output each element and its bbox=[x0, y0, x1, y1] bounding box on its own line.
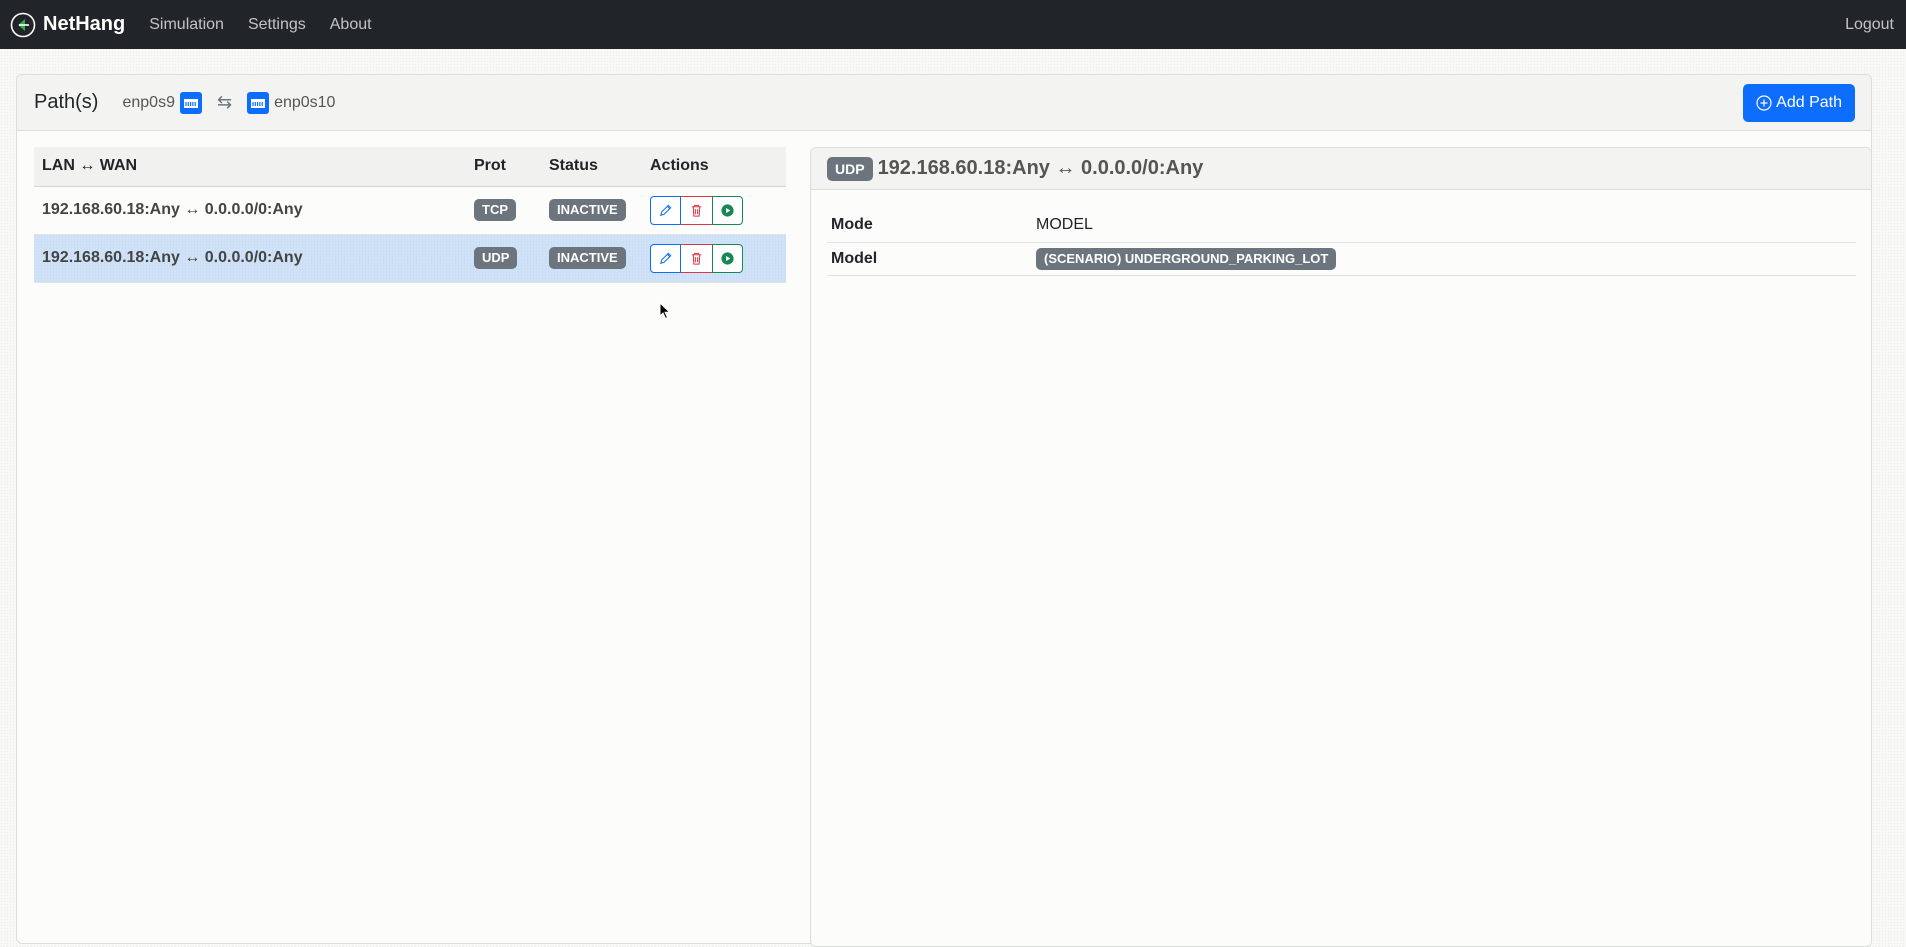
mode-value: MODEL bbox=[1032, 209, 1856, 243]
table-row[interactable]: 192.168.60.18:Any ↔ 0.0.0.0/0:Any TCP IN… bbox=[34, 186, 786, 235]
edit-path-button[interactable] bbox=[650, 195, 681, 225]
delete-path-button[interactable] bbox=[681, 195, 712, 225]
logout-link[interactable]: Logout bbox=[1845, 16, 1894, 34]
brand[interactable]: NetHang bbox=[10, 12, 125, 38]
protocol-badge: TCP bbox=[474, 199, 516, 221]
ethernet-port-icon bbox=[247, 91, 270, 114]
paths-card: Path(s) enp0s9 ⇆ enp0s10 Add Path LAN ↔ … bbox=[16, 74, 1872, 947]
start-path-button[interactable] bbox=[712, 195, 743, 225]
table-header-row: LAN ↔ WAN Prot Status Actions bbox=[34, 147, 786, 187]
nav-about[interactable]: About bbox=[330, 16, 372, 34]
nav-simulation[interactable]: Simulation bbox=[149, 16, 224, 34]
row-actions bbox=[650, 243, 743, 273]
protocol-badge: UDP bbox=[474, 247, 518, 269]
pencil-icon bbox=[660, 252, 672, 264]
add-path-label: Add Path bbox=[1776, 93, 1842, 111]
trash-icon bbox=[691, 252, 702, 265]
swap-arrows-icon: ⇆ bbox=[216, 92, 233, 112]
trash-icon bbox=[691, 204, 702, 217]
status-cell: INACTIVE bbox=[541, 234, 642, 283]
model-value-cell: (SCENARIO) UNDERGROUND_PARKING_LOT bbox=[1032, 242, 1856, 276]
play-circle-icon bbox=[721, 251, 734, 265]
detail-row-mode: Mode MODEL bbox=[827, 209, 1856, 243]
protocol-badge: UDP bbox=[827, 156, 873, 181]
paths-table: LAN ↔ WAN Prot Status Actions 192.168.60… bbox=[34, 147, 786, 283]
prot-cell: UDP bbox=[466, 234, 541, 283]
model-label: Model bbox=[827, 242, 1032, 276]
actions-cell bbox=[642, 186, 786, 235]
table-row[interactable]: 192.168.60.18:Any ↔ 0.0.0.0/0:Any UDP IN… bbox=[34, 234, 786, 283]
nav-settings[interactable]: Settings bbox=[248, 16, 306, 34]
top-navbar: NetHang Simulation Settings About Logout bbox=[0, 0, 1906, 49]
brand-name: NetHang bbox=[43, 13, 126, 35]
nethang-logo-icon bbox=[10, 12, 36, 37]
ethernet-port-icon bbox=[179, 91, 202, 114]
mouse-cursor-icon bbox=[659, 302, 671, 320]
path-detail-route: 192.168.60.18:Any ↔ 0.0.0.0/0:Any bbox=[877, 157, 1204, 179]
play-circle-icon bbox=[721, 203, 734, 217]
mode-label: Mode bbox=[827, 209, 1032, 243]
route-cell: 192.168.60.18:Any ↔ 0.0.0.0/0:Any bbox=[34, 234, 466, 283]
page-title: Path(s) bbox=[34, 91, 99, 113]
prot-cell: TCP bbox=[466, 186, 541, 235]
wan-interface-name: enp0s10 bbox=[274, 93, 336, 111]
lan-interface-name: enp0s9 bbox=[122, 93, 175, 111]
plus-circle-icon bbox=[1756, 94, 1772, 111]
add-path-button[interactable]: Add Path bbox=[1743, 83, 1855, 122]
column-header-prot: Prot bbox=[466, 147, 541, 187]
delete-path-button[interactable] bbox=[681, 243, 712, 273]
column-header-actions: Actions bbox=[642, 147, 786, 187]
path-detail-panel: UDP 192.168.60.18:Any ↔ 0.0.0.0/0:Any Mo… bbox=[810, 147, 1872, 947]
column-header-status: Status bbox=[541, 147, 642, 187]
interface-pair: enp0s9 ⇆ enp0s10 bbox=[122, 91, 335, 115]
path-detail-header: UDP 192.168.60.18:Any ↔ 0.0.0.0/0:Any bbox=[811, 148, 1871, 190]
status-badge: INACTIVE bbox=[549, 199, 626, 221]
pencil-icon bbox=[660, 204, 672, 216]
edit-path-button[interactable] bbox=[650, 243, 681, 273]
start-path-button[interactable] bbox=[712, 243, 743, 273]
status-badge: INACTIVE bbox=[549, 247, 626, 269]
row-actions bbox=[650, 195, 743, 225]
column-header-route: LAN ↔ WAN bbox=[34, 147, 466, 187]
model-badge: (SCENARIO) UNDERGROUND_PARKING_LOT bbox=[1036, 247, 1337, 270]
path-detail-table: Mode MODEL Model (SCENARIO) UNDERGROUND_… bbox=[827, 209, 1856, 276]
status-cell: INACTIVE bbox=[541, 186, 642, 235]
paths-card-header: Path(s) enp0s9 ⇆ enp0s10 Add Path bbox=[17, 75, 1871, 131]
actions-cell bbox=[642, 234, 786, 283]
detail-row-model: Model (SCENARIO) UNDERGROUND_PARKING_LOT bbox=[827, 242, 1856, 276]
route-cell: 192.168.60.18:Any ↔ 0.0.0.0/0:Any bbox=[34, 186, 466, 235]
